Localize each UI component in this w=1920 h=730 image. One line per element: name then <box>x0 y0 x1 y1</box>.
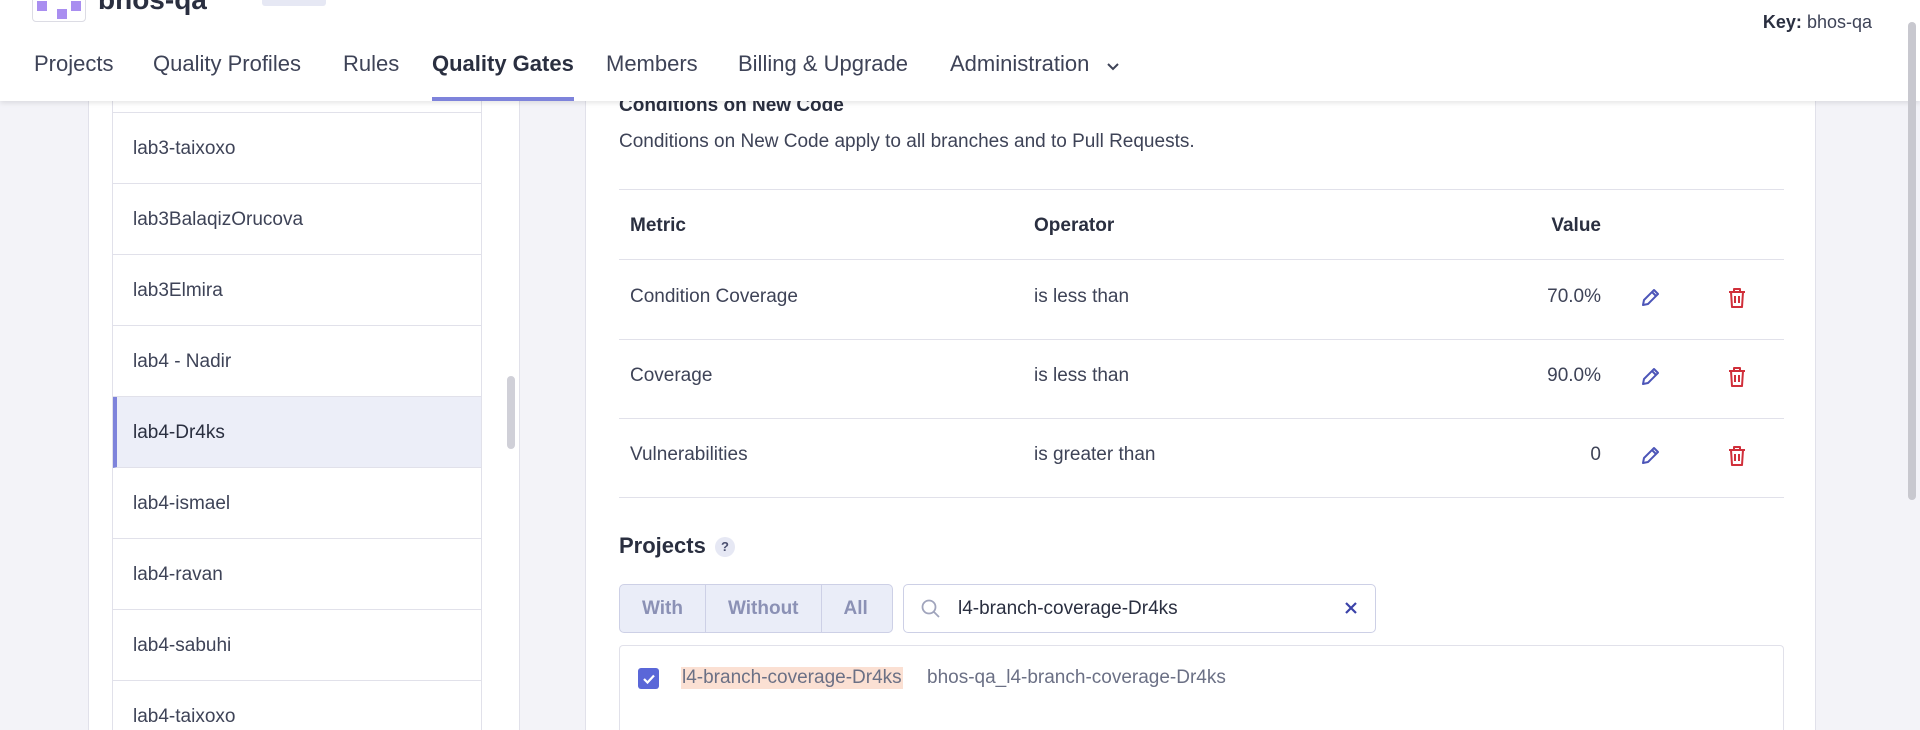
nav-projects[interactable]: Projects <box>34 44 113 101</box>
trash-icon[interactable] <box>1722 283 1752 313</box>
project-results-list: l4-branch-coverage-Dr4ks bhos-qa_l4-bran… <box>619 645 1784 730</box>
filter-without-button[interactable]: Without <box>706 585 822 632</box>
col-metric: Metric <box>630 215 686 236</box>
page-scrollbar[interactable] <box>1908 22 1916 500</box>
gate-item-selected[interactable]: lab4-Dr4ks <box>113 397 481 468</box>
col-value: Value <box>1551 215 1601 236</box>
org-badge <box>262 0 326 6</box>
filter-with-button[interactable]: With <box>620 585 706 632</box>
project-key-text: bhos-qa_l4-branch-coverage-Dr4ks <box>927 667 1226 688</box>
nav-quality-profiles[interactable]: Quality Profiles <box>153 44 301 101</box>
condition-value: 70.0% <box>1547 286 1601 307</box>
gate-details: Conditions on New Code Conditions on New… <box>585 95 1816 730</box>
nav-administration-label: Administration <box>950 51 1090 76</box>
nav-billing-upgrade[interactable]: Billing & Upgrade <box>738 44 908 101</box>
nav-quality-gates[interactable]: Quality Gates <box>432 44 574 101</box>
gate-item[interactable]: lab4-sabuhi <box>113 610 481 681</box>
gate-item[interactable]: lab3BalaqizOrucova <box>113 184 481 255</box>
projects-title: Projects <box>619 533 706 558</box>
nav-members[interactable]: Members <box>606 44 698 101</box>
conditions-description: Conditions on New Code apply to all bran… <box>619 131 1195 152</box>
project-key: Key: bhos-qa <box>1763 12 1872 33</box>
gate-item[interactable]: lab4 - Nadir <box>113 326 481 397</box>
gate-list-scrollbar[interactable] <box>507 376 515 449</box>
gates-sidebar: lab3-taixoxo lab3BalaqizOrucova lab3Elmi… <box>88 101 520 730</box>
top-header: bhos-qa Key: bhos-qa Projects Quality Pr… <box>0 0 1920 101</box>
condition-metric: Condition Coverage <box>630 286 798 307</box>
condition-metric: Coverage <box>630 365 713 386</box>
condition-operator: is greater than <box>1034 444 1156 465</box>
gate-item-partial <box>113 101 481 113</box>
org-avatar[interactable] <box>32 0 86 22</box>
org-name[interactable]: bhos-qa <box>98 0 207 16</box>
trash-icon[interactable] <box>1722 362 1752 392</box>
filter-all-button[interactable]: All <box>822 585 890 632</box>
chevron-down-icon <box>1106 45 1120 85</box>
condition-value: 0 <box>1590 444 1601 465</box>
project-checkbox[interactable] <box>638 668 659 689</box>
gate-item[interactable]: lab3Elmira <box>113 255 481 326</box>
gate-item[interactable]: lab3-taixoxo <box>113 113 481 184</box>
gate-item[interactable]: lab4-ravan <box>113 539 481 610</box>
condition-operator: is less than <box>1034 365 1130 386</box>
col-operator: Operator <box>1034 215 1115 236</box>
condition-operator: is less than <box>1034 286 1130 307</box>
project-search-box <box>903 584 1376 633</box>
condition-metric: Vulnerabilities <box>630 444 748 465</box>
trash-icon[interactable] <box>1722 441 1752 471</box>
project-filter-toggle: With Without All <box>619 584 893 633</box>
pencil-icon[interactable] <box>1635 283 1665 313</box>
gate-item[interactable]: lab4-taixoxo <box>113 681 481 730</box>
condition-value: 90.0% <box>1547 365 1601 386</box>
project-name-highlight: l4-branch-coverage-Dr4ks <box>681 667 903 689</box>
help-icon[interactable]: ? <box>715 537 735 557</box>
key-value: bhos-qa <box>1806 12 1872 32</box>
gate-item[interactable]: lab4-ismael <box>113 468 481 539</box>
nav-administration[interactable]: Administration <box>950 44 1120 101</box>
pencil-icon[interactable] <box>1635 441 1665 471</box>
search-icon <box>920 598 942 625</box>
gate-list: lab3-taixoxo lab3BalaqizOrucova lab3Elmi… <box>112 101 482 730</box>
pencil-icon[interactable] <box>1635 362 1665 392</box>
project-search-input[interactable] <box>958 593 1328 625</box>
close-icon[interactable] <box>1341 598 1361 623</box>
key-label: Key: <box>1762 12 1802 32</box>
nav-rules[interactable]: Rules <box>343 44 399 101</box>
